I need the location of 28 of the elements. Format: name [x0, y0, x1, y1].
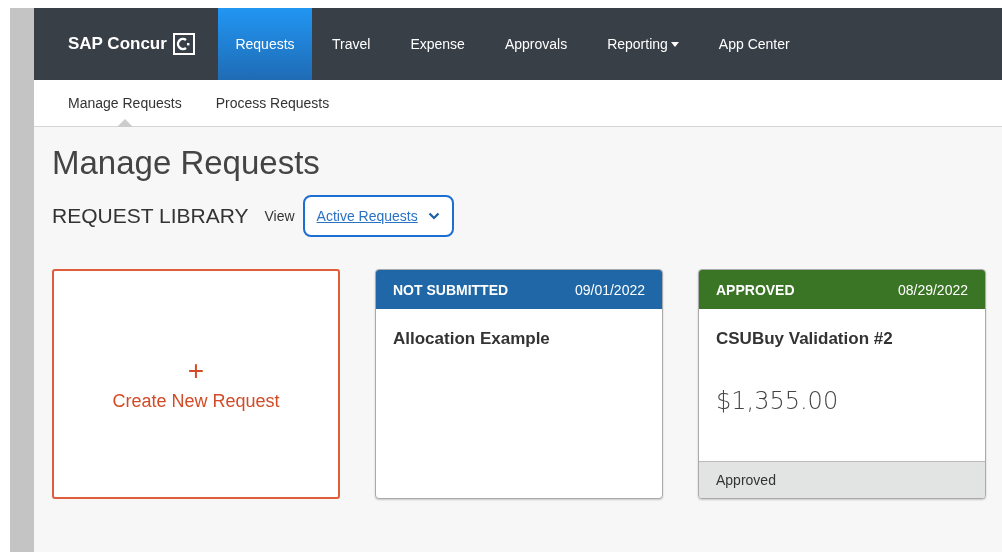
create-request-card[interactable]: + Create New Request: [52, 269, 340, 499]
nav-tab[interactable]: App Center: [698, 8, 810, 80]
section-heading: REQUEST LIBRARY: [52, 204, 249, 228]
logo-icon: [172, 33, 195, 55]
brand-name: SAP Concur: [68, 34, 167, 54]
nav-tab[interactable]: Approvals: [484, 8, 588, 80]
nav-tab[interactable]: Expense: [390, 8, 485, 80]
nav-tab[interactable]: Requests: [218, 8, 312, 80]
chevron-down-icon: [427, 212, 440, 220]
request-card[interactable]: APPROVED 08/29/2022 CSUBuy Validation #2 $1,355.00 Approved: [698, 269, 986, 499]
request-title: CSUBuy Validation #2: [716, 329, 894, 349]
subnav-tab[interactable]: Process Requests: [215, 80, 330, 126]
date-label: 09/01/2022: [574, 281, 645, 298]
subnav-tab[interactable]: Manage Requests: [68, 80, 182, 126]
view-dropdown[interactable]: Active Requests: [302, 195, 454, 237]
status-footer: Approved: [699, 461, 985, 498]
view-label: View: [264, 208, 295, 224]
create-label: Create New Request: [112, 390, 280, 412]
request-title: Allocation Example: [393, 329, 551, 349]
nav-tab[interactable]: Reporting: [587, 8, 699, 80]
date-label: 08/29/2022: [897, 281, 968, 298]
status-label: NOT SUBMITTED: [393, 281, 509, 298]
page-title: Manage Requests: [52, 143, 321, 183]
amount-label: $1,355.00: [716, 387, 840, 415]
request-card[interactable]: NOT SUBMITTED 09/01/2022 Allocation Example: [375, 269, 663, 499]
nav-tab[interactable]: Travel: [312, 8, 391, 80]
plus-icon: +: [187, 356, 205, 385]
status-label: APPROVED: [716, 281, 795, 298]
